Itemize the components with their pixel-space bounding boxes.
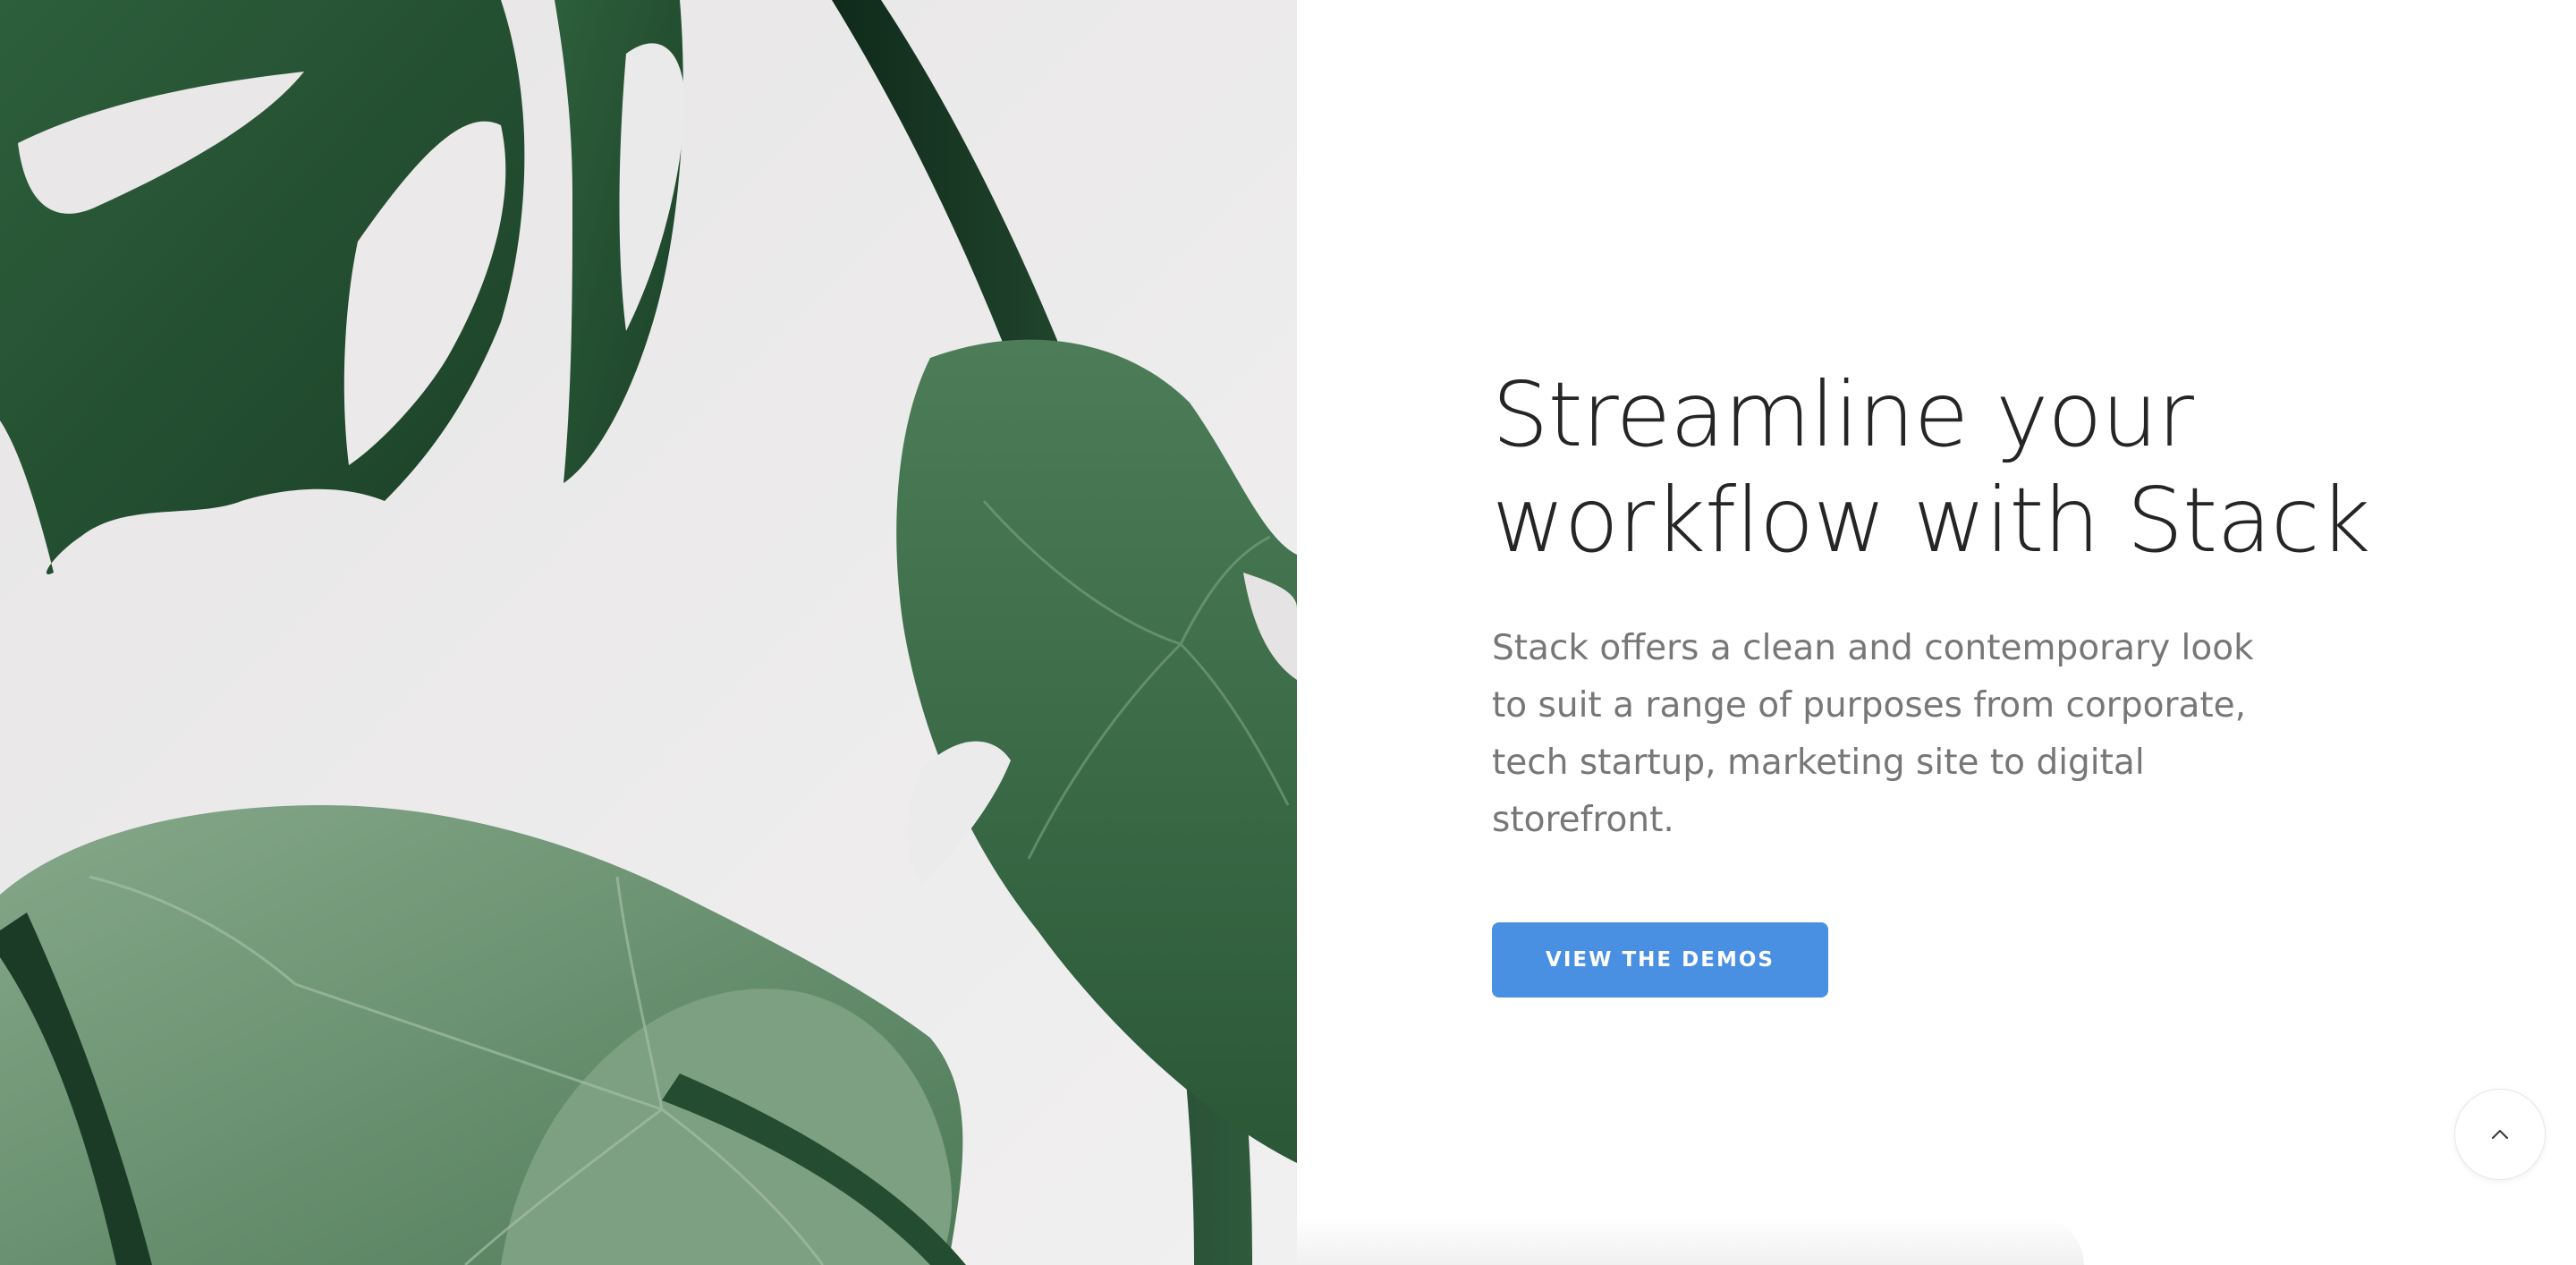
chevron-up-icon: [2487, 1121, 2513, 1148]
monstera-leaves-illustration: [0, 0, 1297, 1265]
page: Streamline your workflow with Stack Stac…: [0, 0, 2576, 1265]
view-demos-button[interactable]: VIEW THE DEMOS: [1492, 922, 1828, 998]
hero-description: Stack offers a clean and contemporary lo…: [1492, 628, 2254, 840]
hero-headline: Streamline your workflow with Stack: [1492, 362, 2371, 573]
back-to-top-button[interactable]: [2454, 1089, 2546, 1180]
hero-headline-line-1: Streamline your: [1492, 362, 2194, 467]
bottom-shadow: [1297, 1217, 2084, 1265]
hero-content: Streamline your workflow with Stack Stac…: [1492, 362, 2371, 998]
hero-headline-line-2: workflow with Stack: [1492, 468, 2371, 573]
hero-image: [0, 0, 1297, 1265]
